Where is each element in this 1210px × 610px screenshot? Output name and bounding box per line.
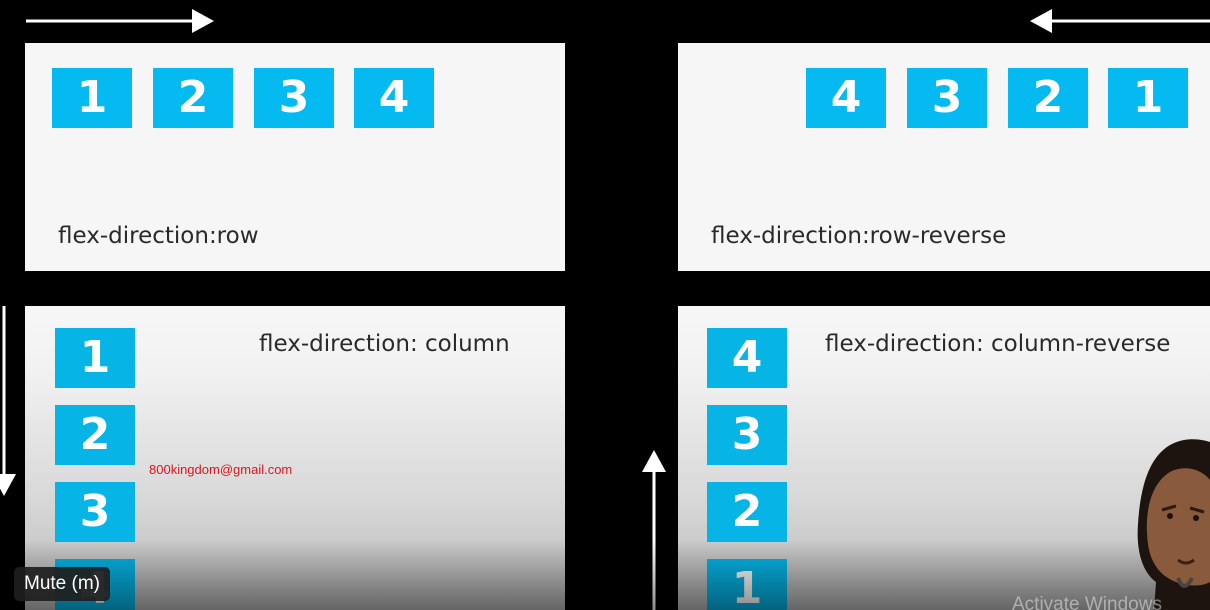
flex-item: 3 xyxy=(907,68,987,128)
flex-item: 3 xyxy=(55,482,135,542)
panel-label: flex-direction:row-reverse xyxy=(711,223,1007,249)
flex-item: 3 xyxy=(254,68,334,128)
panel-label: flex-direction: column-reverse xyxy=(825,331,1171,357)
flex-item: 2 xyxy=(55,405,135,465)
flex-item: 2 xyxy=(153,68,233,128)
flex-item: 4 xyxy=(806,68,886,128)
flex-item: 2 xyxy=(1008,68,1088,128)
activate-windows-watermark: Activate Windows xyxy=(1012,594,1162,610)
flex-item: 4 xyxy=(707,328,787,388)
flex-item: 2 xyxy=(707,482,787,542)
flex-item: 1 xyxy=(55,328,135,388)
panel-label: flex-direction: column xyxy=(259,331,510,357)
contact-email: 800kingdom@gmail.com xyxy=(149,462,293,477)
panel-row-reverse: 4 3 2 1 flex-direction:row-reverse xyxy=(678,43,1210,271)
arrow-down-icon xyxy=(0,306,16,496)
arrow-right-icon xyxy=(26,9,214,33)
mute-button[interactable]: Mute (m) xyxy=(14,567,110,601)
panel-row: 1 2 3 4 flex-direction:row xyxy=(25,43,565,271)
flex-item: 1 xyxy=(1108,68,1188,128)
video-frame: 1 2 3 4 flex-direction:row 4 3 2 1 flex-… xyxy=(0,0,1210,610)
flex-item: 4 xyxy=(354,68,434,128)
panel-label: flex-direction:row xyxy=(58,223,259,249)
arrow-left-icon xyxy=(1030,9,1210,33)
flex-item: 1 xyxy=(52,68,132,128)
presenter-webcam xyxy=(1137,439,1210,610)
flex-item: 3 xyxy=(707,405,787,465)
